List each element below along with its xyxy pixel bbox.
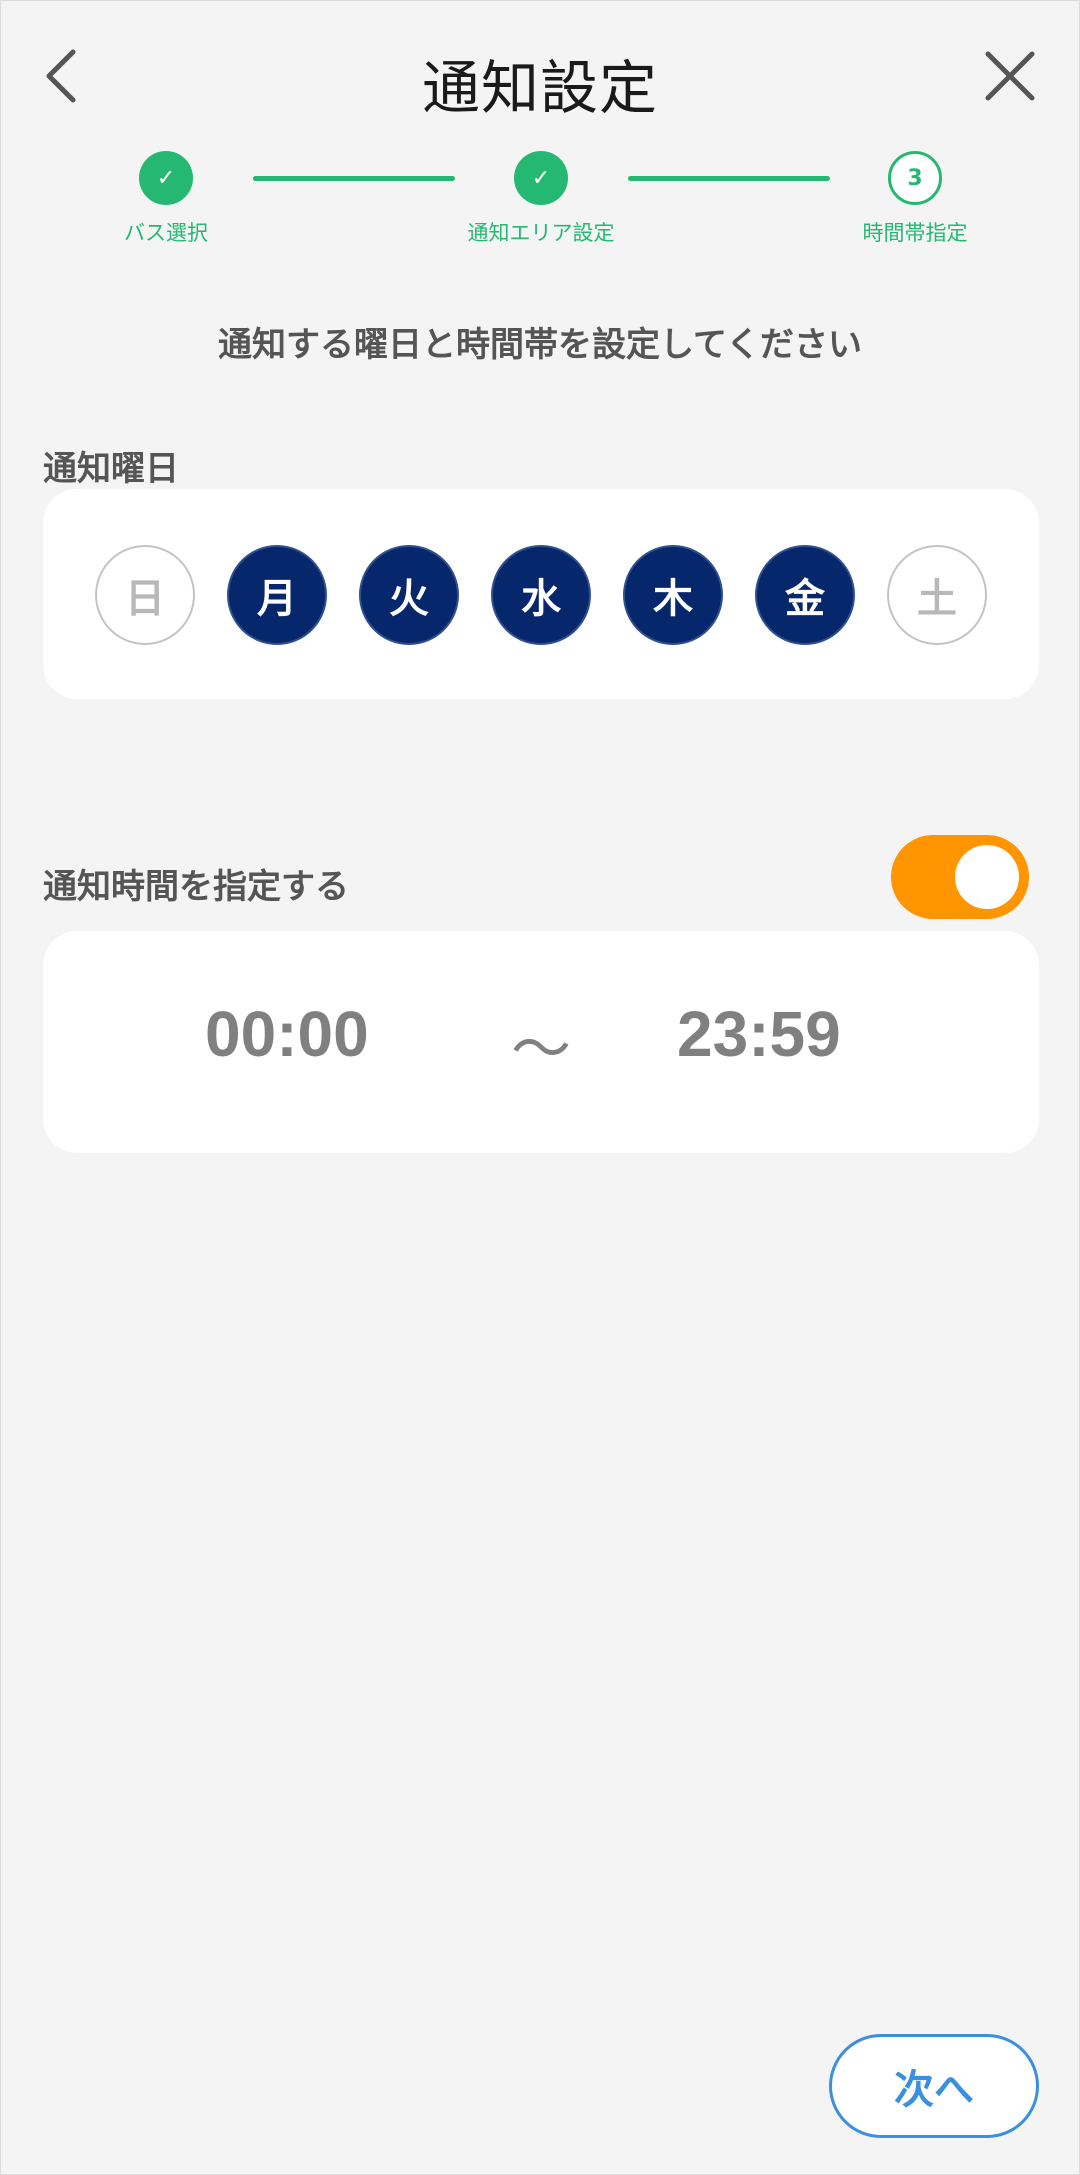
- page-title: 通知設定: [421, 54, 658, 122]
- weekday-selector: 日 月 火 水 木 金 土: [43, 489, 1039, 699]
- day-toggle-thursday[interactable]: 木: [623, 545, 723, 645]
- step-check-icon: ✓: [514, 151, 568, 205]
- time-setting-label: 通知時間を指定する: [43, 867, 349, 907]
- progress-stepper: ✓ バス選択 ✓ 通知エリア設定 3 時間帯指定: [1, 151, 1080, 251]
- weekdays-label: 通知曜日: [43, 449, 179, 489]
- close-icon: [985, 51, 1035, 101]
- step-number: 3: [888, 151, 942, 205]
- start-time[interactable]: 00:00: [205, 997, 369, 1071]
- step-bus-select: ✓ バス選択: [66, 151, 266, 247]
- toggle-knob: [955, 845, 1019, 909]
- end-time[interactable]: 23:59: [677, 997, 841, 1071]
- time-setting-toggle[interactable]: [891, 835, 1029, 919]
- day-toggle-wednesday[interactable]: 水: [491, 545, 591, 645]
- day-toggle-monday[interactable]: 月: [227, 545, 327, 645]
- step-time-setting: 3 時間帯指定: [815, 151, 1015, 247]
- day-toggle-friday[interactable]: 金: [755, 545, 855, 645]
- time-range-card: 00:00 ～ 23:59: [43, 931, 1039, 1153]
- instruction-text: 通知する曜日と時間帯を設定してください: [218, 325, 862, 365]
- close-button[interactable]: [977, 43, 1043, 109]
- step-label: 時間帯指定: [862, 221, 968, 245]
- step-label: 通知エリア設定: [467, 221, 615, 245]
- step-connector: [253, 176, 455, 181]
- notification-settings-screen: 通知設定 ✓ バス選択 ✓ 通知エリア設定 3 時間帯指定 通知する曜日と時間帯…: [0, 0, 1080, 2175]
- day-toggle-sunday[interactable]: 日: [95, 545, 195, 645]
- day-toggle-tuesday[interactable]: 火: [359, 545, 459, 645]
- step-connector: [628, 176, 830, 181]
- next-button[interactable]: 次へ: [829, 2034, 1039, 2138]
- step-check-icon: ✓: [139, 151, 193, 205]
- step-area-setting: ✓ 通知エリア設定: [441, 151, 641, 247]
- day-toggle-saturday[interactable]: 土: [887, 545, 987, 645]
- time-separator: ～: [511, 1015, 571, 1085]
- step-label: バス選択: [124, 221, 208, 245]
